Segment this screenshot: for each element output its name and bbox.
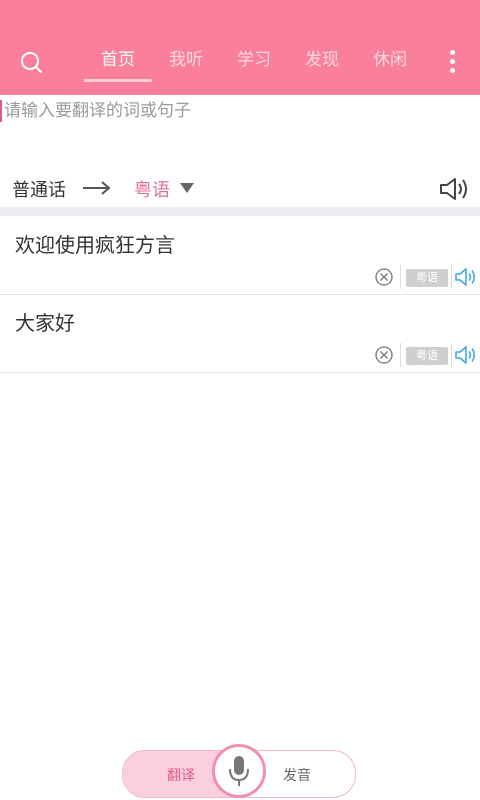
more-vertical-icon [450, 50, 455, 55]
separator [451, 343, 452, 367]
source-language[interactable]: 普通话 [12, 176, 66, 202]
more-menu-button[interactable] [440, 44, 464, 80]
speaker-icon[interactable] [454, 266, 478, 288]
pronounce-mode-label[interactable]: 发音 [283, 765, 311, 785]
translate-input[interactable] [4, 96, 464, 126]
top-bar: 首页 我听 学习 发现 休闲 [0, 0, 480, 95]
history-item-text: 大家好 [15, 311, 75, 335]
language-badge: 粤语 [406, 347, 448, 365]
translate-mode-label: 翻译 [167, 768, 195, 784]
section-divider [0, 207, 480, 216]
target-language[interactable]: 粤语 [134, 176, 170, 202]
dropdown-caret-icon[interactable] [180, 183, 194, 193]
tab-learn[interactable]: 学习 [220, 44, 288, 84]
separator [400, 343, 401, 367]
language-selector-row: 普通话 粤语 [0, 170, 480, 208]
history-item[interactable]: 大家好 粤语 [0, 295, 480, 373]
close-circle-icon[interactable] [374, 345, 394, 365]
tab-discover[interactable]: 发现 [288, 44, 356, 84]
speaker-icon[interactable] [454, 344, 478, 366]
history-item[interactable]: 欢迎使用疯狂方言 粤语 [0, 217, 480, 295]
search-button[interactable] [14, 46, 50, 82]
text-cursor [0, 100, 2, 122]
tab-home[interactable]: 首页 [84, 44, 152, 84]
microphone-button[interactable] [212, 744, 266, 798]
arrow-right-icon [83, 181, 111, 195]
language-badge: 粤语 [406, 269, 448, 287]
separator [451, 265, 452, 289]
tab-listen[interactable]: 我听 [152, 44, 220, 84]
microphone-icon [229, 756, 249, 786]
search-icon [21, 52, 42, 73]
close-circle-icon[interactable] [374, 267, 394, 287]
history-item-text: 欢迎使用疯狂方言 [15, 233, 175, 257]
tab-leisure[interactable]: 休闲 [356, 44, 424, 84]
separator [400, 265, 401, 289]
speaker-icon[interactable] [438, 174, 470, 204]
